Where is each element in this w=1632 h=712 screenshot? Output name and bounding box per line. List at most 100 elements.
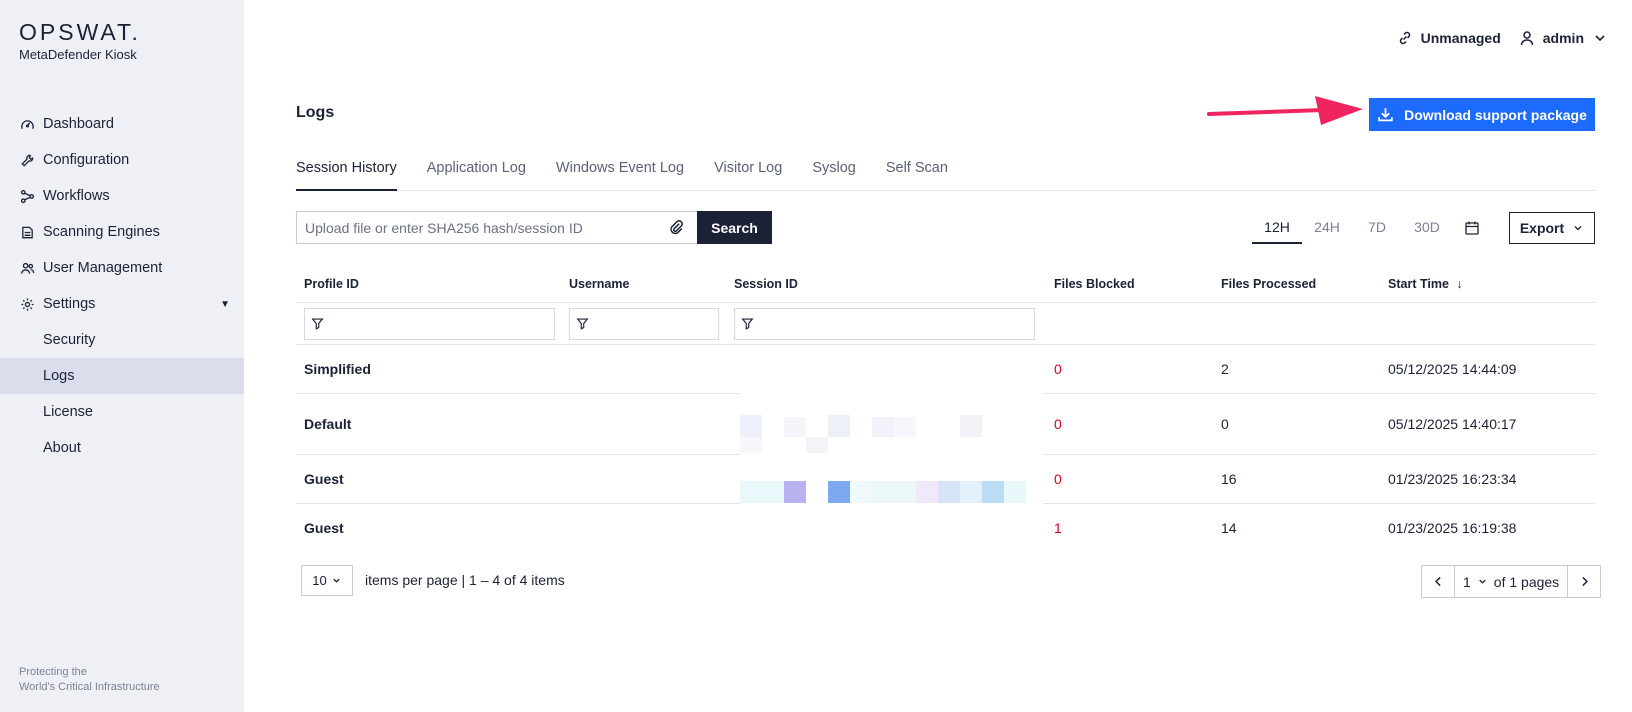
search-input[interactable] xyxy=(296,211,697,244)
cell-blocked: 0 xyxy=(1054,361,1062,377)
tab-visitor-log[interactable]: Visitor Log xyxy=(714,160,782,191)
cell-blocked: 1 xyxy=(1054,520,1062,536)
header-username[interactable]: Username xyxy=(563,277,729,291)
chevron-right-icon xyxy=(1582,576,1588,587)
cell-processed: 0 xyxy=(1221,416,1229,432)
log-tabs: Session History Application Log Windows … xyxy=(296,160,1595,191)
filter-icon xyxy=(741,318,754,330)
unmanaged-label: Unmanaged xyxy=(1420,30,1501,46)
sidebar-item-label: Dashboard xyxy=(43,116,114,132)
sidebar-item-label: Configuration xyxy=(43,152,130,168)
cell-profile: Guest xyxy=(304,520,344,536)
topbar: Unmanaged admin xyxy=(1397,30,1608,46)
download-label: Download support package xyxy=(1404,106,1587,123)
sidebar-item-label: Settings xyxy=(43,296,96,312)
filter-icon xyxy=(576,318,589,330)
pagination-summary: items per page | 1 – 4 of 4 items xyxy=(365,572,565,588)
current-page: 1 xyxy=(1463,573,1471,590)
sidebar-item-user-management[interactable]: User Management xyxy=(0,250,244,286)
items-per-page-select[interactable]: 10 xyxy=(301,565,353,596)
cell-profile: Simplified xyxy=(304,361,371,377)
session-filter[interactable] xyxy=(734,307,1035,340)
product-name: MetaDefender Kiosk xyxy=(19,47,137,62)
page-select[interactable]: 1 of 1 pages xyxy=(1454,566,1569,597)
sidebar-item-configuration[interactable]: Configuration xyxy=(0,142,244,178)
dashboard-icon xyxy=(19,116,35,132)
download-icon xyxy=(1378,108,1393,122)
range-24h[interactable]: 24H xyxy=(1302,211,1352,244)
tab-windows-event-log[interactable]: Windows Event Log xyxy=(556,160,684,191)
user-icon xyxy=(1520,31,1534,46)
range-30d[interactable]: 30D xyxy=(1402,211,1452,244)
tab-syslog[interactable]: Syslog xyxy=(812,160,856,191)
range-7d[interactable]: 7D xyxy=(1352,211,1402,244)
sidebar-item-dashboard[interactable]: Dashboard xyxy=(0,106,244,142)
sidebar-item-label: Scanning Engines xyxy=(43,224,160,240)
gear-icon xyxy=(19,296,35,312)
opswat-logo: OPSWAT. xyxy=(19,19,141,45)
cell-start: 01/23/2025 16:23:34 xyxy=(1388,471,1517,487)
next-page-button[interactable] xyxy=(1568,566,1600,597)
chevron-down-icon xyxy=(333,578,340,583)
chevron-down-icon xyxy=(1574,226,1582,231)
footer-tagline: Protecting the World's Critical Infrastr… xyxy=(19,665,160,695)
cell-processed: 16 xyxy=(1221,471,1237,487)
unmanaged-status[interactable]: Unmanaged xyxy=(1397,30,1501,46)
previous-page-button[interactable] xyxy=(1422,566,1454,597)
sidebar-item-label: User Management xyxy=(43,260,163,276)
sidebar: OPSWAT. MetaDefender Kiosk Dashboard Con… xyxy=(0,0,244,712)
sidebar-item-workflows[interactable]: Workflows xyxy=(0,178,244,214)
header-files-blocked[interactable]: Files Blocked xyxy=(1044,277,1211,291)
paperclip-icon[interactable] xyxy=(668,219,685,236)
calendar-icon[interactable] xyxy=(1452,211,1492,244)
cell-processed: 2 xyxy=(1221,361,1229,377)
footer-line: World's Critical Infrastructure xyxy=(19,681,160,693)
header-start-time-label: Start Time xyxy=(1388,276,1449,291)
range-12h[interactable]: 12H xyxy=(1252,211,1302,244)
caret-down-icon: ▼ xyxy=(220,298,230,310)
cell-profile: Guest xyxy=(304,471,344,487)
export-button[interactable]: Export xyxy=(1509,212,1595,244)
username-filter[interactable] xyxy=(569,307,719,340)
export-label: Export xyxy=(1519,220,1565,236)
search-button[interactable]: Search xyxy=(697,211,772,244)
filter-row xyxy=(296,303,1595,345)
user-name: admin xyxy=(1542,30,1584,46)
sidebar-item-about[interactable]: About xyxy=(0,430,244,466)
sidebar-item-scanning-engines[interactable]: Scanning Engines xyxy=(0,214,244,250)
sidebar-item-settings[interactable]: Settings ▼ xyxy=(0,286,244,322)
sort-descending-icon: ↓ xyxy=(1456,276,1463,291)
sidebar-item-label: Workflows xyxy=(43,188,110,204)
users-icon xyxy=(19,260,35,276)
header-files-processed[interactable]: Files Processed xyxy=(1211,277,1378,291)
header-profile-id[interactable]: Profile ID xyxy=(296,277,563,291)
annotation-arrow xyxy=(1207,96,1363,125)
cell-profile: Default xyxy=(304,416,352,432)
sidebar-item-license[interactable]: License xyxy=(0,394,244,430)
cell-start: 05/12/2025 14:40:17 xyxy=(1388,416,1517,432)
chevron-down-icon xyxy=(1595,35,1605,42)
total-pages: of 1 pages xyxy=(1493,573,1560,590)
tab-self-scan[interactable]: Self Scan xyxy=(886,160,948,191)
cell-start: 05/12/2025 14:44:09 xyxy=(1388,361,1517,377)
chevron-down-icon xyxy=(1479,579,1486,584)
brand[interactable]: OPSWAT. MetaDefender Kiosk xyxy=(19,20,141,62)
sidebar-item-logs[interactable]: Logs xyxy=(0,358,244,394)
page-title: Logs xyxy=(296,104,335,121)
tab-session-history[interactable]: Session History xyxy=(296,160,397,191)
header-session-id[interactable]: Session ID xyxy=(729,277,1044,291)
pager: 1 of 1 pages xyxy=(1421,565,1602,598)
profile-filter[interactable] xyxy=(304,307,555,340)
header-start-time[interactable]: Start Time ↓ xyxy=(1378,277,1595,291)
wrench-icon xyxy=(19,152,35,168)
sidebar-item-label: License xyxy=(43,404,93,420)
search-bar: Search xyxy=(296,211,772,244)
user-menu[interactable]: admin xyxy=(1519,30,1608,46)
cell-start: 01/23/2025 16:19:38 xyxy=(1388,520,1517,536)
workflow-icon xyxy=(19,188,35,204)
time-range-selector: 12H 24H 7D 30D xyxy=(1252,211,1492,244)
download-support-package-button[interactable]: Download support package xyxy=(1369,98,1595,131)
table-header: Profile ID Username Session ID Files Blo… xyxy=(296,265,1595,303)
tab-application-log[interactable]: Application Log xyxy=(427,160,526,191)
sidebar-item-security[interactable]: Security xyxy=(0,322,244,358)
